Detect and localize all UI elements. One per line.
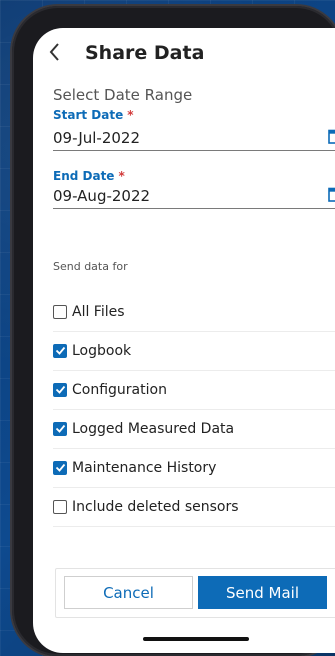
checkbox-row-logbook[interactable]: Logbook bbox=[53, 331, 335, 371]
checkmark-icon bbox=[55, 463, 65, 472]
checkbox-label: Configuration bbox=[72, 381, 167, 398]
app-header: Share Data bbox=[33, 28, 335, 78]
date-range-label: Select Date Range bbox=[53, 86, 193, 104]
checkbox-unchecked[interactable] bbox=[53, 499, 67, 514]
checkmark-icon bbox=[55, 424, 65, 433]
end-date-label-text: End Date bbox=[53, 169, 115, 183]
checkmark-icon bbox=[55, 385, 65, 394]
checkbox-label: Logbook bbox=[72, 342, 132, 359]
checkbox-checked[interactable] bbox=[53, 343, 67, 358]
home-indicator bbox=[143, 637, 249, 641]
checkmark-icon bbox=[55, 346, 65, 355]
start-date-label: Start Date * bbox=[53, 108, 134, 122]
send-data-for-label: Send data for bbox=[53, 260, 128, 273]
required-mark: * bbox=[127, 108, 134, 122]
checkbox-row-maintenance-history[interactable]: Maintenance History bbox=[53, 448, 335, 488]
checkbox-unchecked[interactable] bbox=[53, 304, 67, 319]
checkbox-label: Maintenance History bbox=[72, 459, 217, 476]
start-date-field[interactable]: 09-Jul-2022 bbox=[53, 129, 140, 147]
calendar-icon[interactable] bbox=[328, 187, 335, 202]
checkbox-row-configuration[interactable]: Configuration bbox=[53, 370, 335, 410]
cancel-button[interactable]: Cancel bbox=[64, 576, 193, 609]
end-date-underline bbox=[53, 208, 335, 209]
end-date-field[interactable]: 09-Aug-2022 bbox=[53, 187, 150, 205]
page-title: Share Data bbox=[85, 42, 205, 64]
checkbox-label: Logged Measured Data bbox=[72, 420, 235, 437]
calendar-icon[interactable] bbox=[328, 129, 335, 144]
checkbox-row-all-files[interactable]: All Files bbox=[53, 292, 335, 332]
end-date-label: End Date * bbox=[53, 169, 125, 183]
checkbox-row-include-deleted-sensors[interactable]: Include deleted sensors bbox=[53, 487, 335, 527]
checkbox-checked[interactable] bbox=[53, 382, 67, 397]
checkbox-checked[interactable] bbox=[53, 421, 67, 436]
chevron-left-icon[interactable] bbox=[47, 40, 63, 64]
checkbox-label: All Files bbox=[72, 303, 125, 320]
app-screen: Share Data Select Date Range Start Date *… bbox=[33, 28, 335, 653]
start-date-label-text: Start Date bbox=[53, 108, 124, 122]
required-mark: * bbox=[118, 169, 125, 183]
phone-frame: Share Data Select Date Range Start Date *… bbox=[12, 6, 335, 656]
checkbox-row-logged-measured-data[interactable]: Logged Measured Data bbox=[53, 409, 335, 449]
checkbox-label: Include deleted sensors bbox=[72, 498, 239, 515]
start-date-underline bbox=[53, 150, 335, 151]
send-mail-button[interactable]: Send Mail bbox=[198, 576, 327, 609]
checkbox-checked[interactable] bbox=[53, 460, 67, 475]
